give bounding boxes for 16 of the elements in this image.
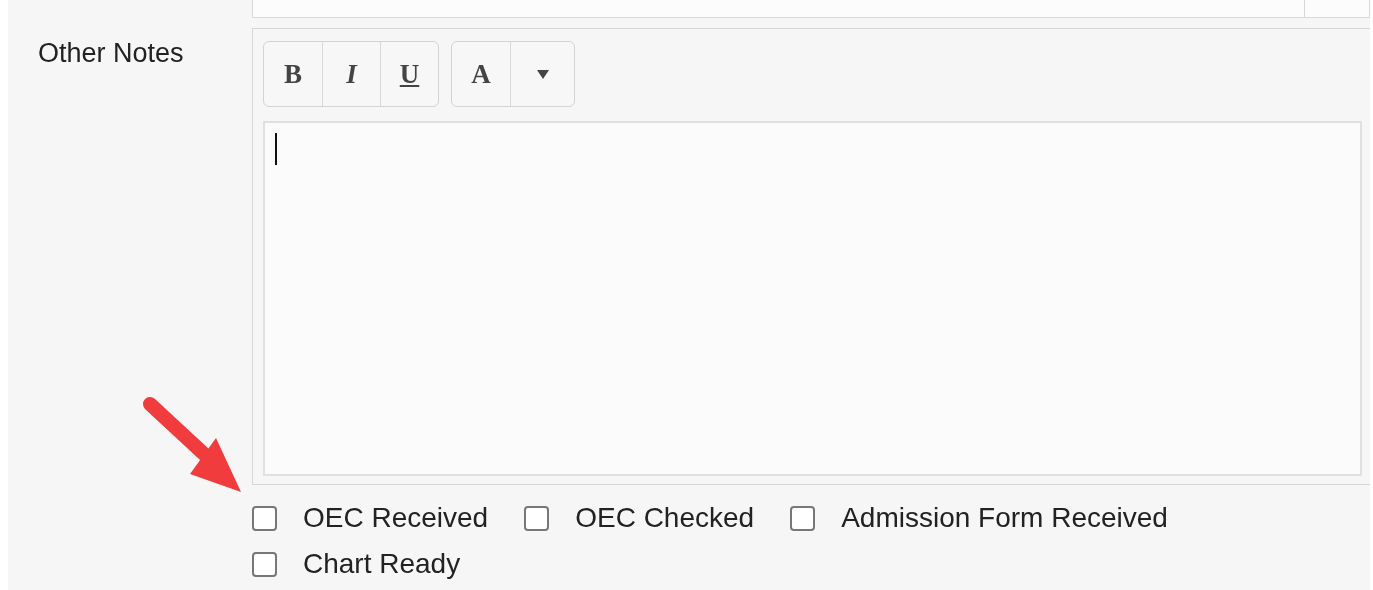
checkbox[interactable]: [252, 505, 277, 531]
text-field[interactable]: [252, 0, 1370, 18]
checkbox-label[interactable]: OEC Checked: [524, 501, 755, 535]
text-cursor: [275, 133, 277, 165]
checkbox-label[interactable]: Chart Ready: [252, 547, 461, 581]
checkbox[interactable]: [252, 551, 277, 577]
checkbox[interactable]: [790, 505, 816, 531]
field-label: Other Notes: [37, 37, 185, 69]
italic-button[interactable]: I: [322, 42, 380, 106]
checkbox[interactable]: [524, 505, 550, 531]
font-color-button[interactable]: A: [452, 42, 510, 106]
caret-icon: [536, 69, 549, 79]
underline-button[interactable]: U: [380, 42, 438, 106]
checkbox-label[interactable]: Admission Form Received: [790, 501, 1168, 535]
bold-button[interactable]: B: [264, 42, 322, 106]
checkbox-label[interactable]: OEC Received: [252, 501, 489, 535]
